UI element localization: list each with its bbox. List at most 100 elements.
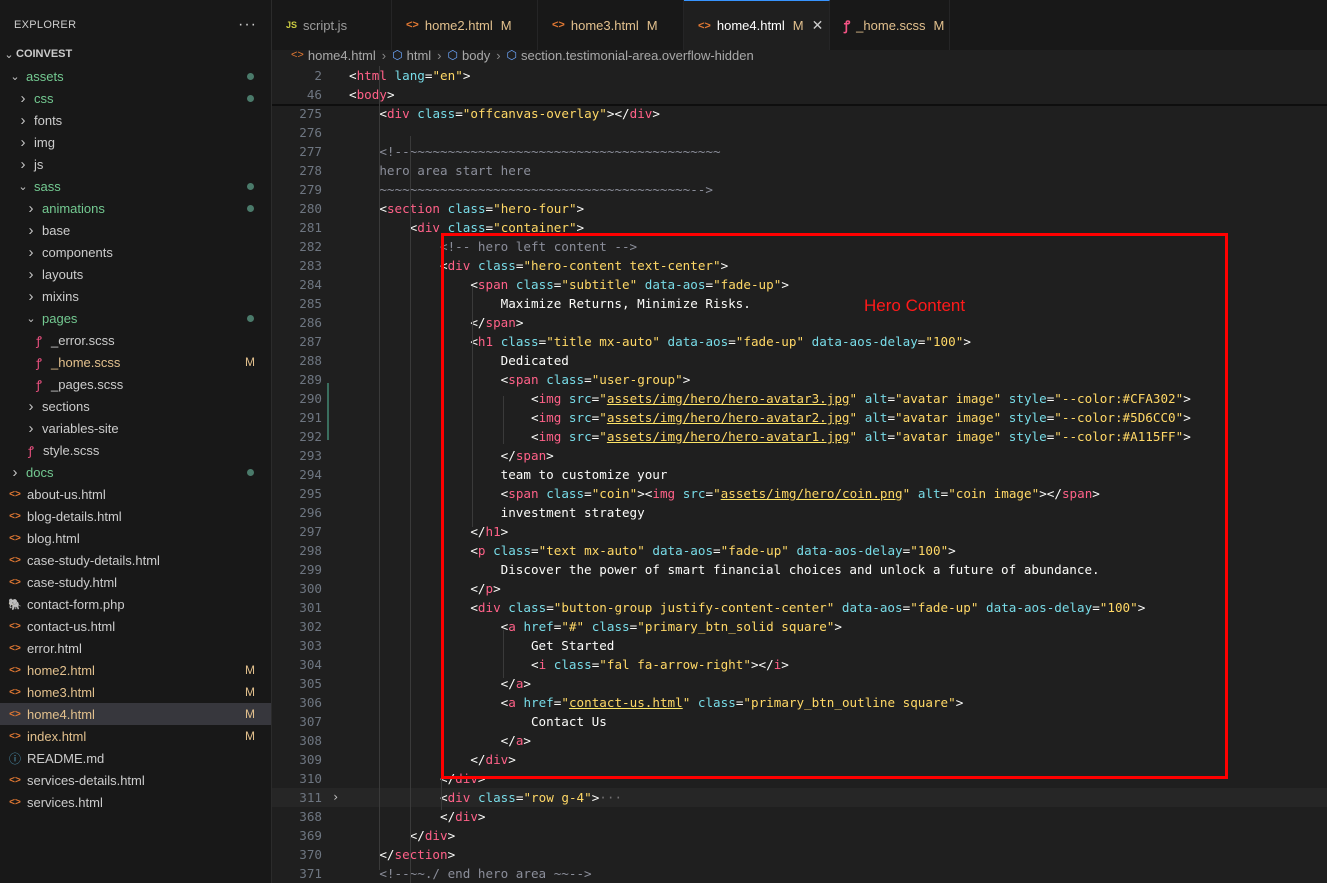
breadcrumb-item[interactable]: home4.html — [308, 48, 376, 63]
tree-item-css[interactable]: › css — [0, 87, 271, 109]
code-line[interactable]: 285 Maximize Returns, Minimize Risks. — [272, 294, 1327, 313]
code-line[interactable]: 369 </div> — [272, 826, 1327, 845]
tree-item-about-us-html[interactable]: <> about-us.html — [0, 483, 271, 505]
code-line[interactable]: 306 <a href="contact-us.html" class="pri… — [272, 693, 1327, 712]
tree-item-animations[interactable]: › animations — [0, 197, 271, 219]
tree-item-sass[interactable]: ⌄ sass — [0, 175, 271, 197]
code-line[interactable]: 283 <div class="hero-content text-center… — [272, 256, 1327, 275]
tree-item-label: README.md — [27, 750, 105, 766]
tree-item-docs[interactable]: › docs — [0, 461, 271, 483]
code-line[interactable]: 304 <i class="fal fa-arrow-right"></i> — [272, 655, 1327, 674]
tab-home-scss[interactable]: ꝭ _home.scss M — [830, 0, 950, 50]
code-line[interactable]: 368 </div> — [272, 807, 1327, 826]
code-line[interactable]: 286 </span> — [272, 313, 1327, 332]
tree-item-sections[interactable]: › sections — [0, 395, 271, 417]
code-line[interactable]: 298 <p class="text mx-auto" data-aos="fa… — [272, 541, 1327, 560]
sticky-scroll-line[interactable]: 46 <body> — [272, 85, 1327, 104]
tree-item-label: index.html — [27, 728, 87, 744]
tree-item-mixins[interactable]: › mixins — [0, 285, 271, 307]
fold-chevron-icon[interactable]: › — [332, 788, 339, 807]
code-line[interactable]: 301 <div class="button-group justify-con… — [272, 598, 1327, 617]
tree-item-blog-details-html[interactable]: <> blog-details.html — [0, 505, 271, 527]
tree-item-home4-html[interactable]: <> home4.html M — [0, 703, 271, 725]
tree-item-services-html[interactable]: <> services.html — [0, 791, 271, 813]
code-line[interactable]: 291 <img src="assets/img/hero/hero-avata… — [272, 408, 1327, 427]
code-line[interactable]: 296 investment strategy — [272, 503, 1327, 522]
tree-item-layouts[interactable]: › layouts — [0, 263, 271, 285]
tree-item-blog-html[interactable]: <> blog.html — [0, 527, 271, 549]
code-line[interactable]: 370 </section> — [272, 845, 1327, 864]
code-line[interactable]: 308 </a> — [272, 731, 1327, 750]
code-line[interactable]: 277 <!--~~~~~~~~~~~~~~~~~~~~~~~~~~~~~~~~… — [272, 142, 1327, 161]
tree-item-variables-site[interactable]: › variables-site — [0, 417, 271, 439]
close-icon[interactable]: ✕ — [812, 17, 824, 34]
tab-home4-html[interactable]: <> home4.html M ✕ — [684, 0, 830, 50]
tree-item-contact-us-html[interactable]: <> contact-us.html — [0, 615, 271, 637]
tree-item-components[interactable]: › components — [0, 241, 271, 263]
tree-item-label: home4.html — [27, 706, 95, 722]
code-line[interactable]: 300 </p> — [272, 579, 1327, 598]
code-line[interactable]: 303 Get Started — [272, 636, 1327, 655]
code-line[interactable]: 311 <div class="row g-4">··· › — [272, 788, 1327, 807]
tree-item-error-html[interactable]: <> error.html — [0, 637, 271, 659]
tab-home2-html[interactable]: <> home2.html M — [392, 0, 538, 50]
code-line[interactable]: 309 </div> — [272, 750, 1327, 769]
code-line[interactable]: 276 — [272, 123, 1327, 142]
code-editor[interactable]: 2 <html lang="en"> 46 <body> 275 <div class=… — [272, 66, 1327, 883]
more-actions-icon[interactable]: ··· — [238, 16, 257, 34]
code-line[interactable]: 295 <span class="coin"><img src="assets/… — [272, 484, 1327, 503]
code-line[interactable]: 310 </div> — [272, 769, 1327, 788]
element-icon: ⬡ — [392, 48, 403, 62]
sticky-scroll-shadow — [272, 104, 1327, 106]
tree-root-coinvest[interactable]: ⌄ COINVEST — [0, 43, 271, 65]
code-text: <div class="offcanvas-overlay"></div> — [379, 106, 660, 121]
code-line[interactable]: 289 <span class="user-group"> — [272, 370, 1327, 389]
tab-home3-html[interactable]: <> home3.html M — [538, 0, 684, 50]
code-line[interactable]: 299 Discover the power of smart financia… — [272, 560, 1327, 579]
breadcrumb-item[interactable]: section.testimonial-area.overflow-hidden — [521, 48, 754, 63]
code-line[interactable]: 294 team to customize your — [272, 465, 1327, 484]
tree-item-assets[interactable]: ⌄ assets — [0, 65, 271, 87]
code-line[interactable]: 287 <h1 class="title mx-auto" data-aos="… — [272, 332, 1327, 351]
code-line[interactable]: 297 </h1> — [272, 522, 1327, 541]
tree-item-fonts[interactable]: › fonts — [0, 109, 271, 131]
tree-item-case-study-details-html[interactable]: <> case-study-details.html — [0, 549, 271, 571]
tree-item-label: layouts — [42, 266, 84, 282]
tree-item-contact-form-php[interactable]: 🐘 contact-form.php — [0, 593, 271, 615]
code-line[interactable]: 307 Contact Us — [272, 712, 1327, 731]
tree-item-pages[interactable]: ⌄ pages — [0, 307, 271, 329]
tree-item-pages-scss[interactable]: ꝭ _pages.scss — [0, 373, 271, 395]
tree-item-home-scss[interactable]: ꝭ _home.scss M — [0, 351, 271, 373]
code-line[interactable]: 282 <!-- hero left content --> — [272, 237, 1327, 256]
code-line[interactable]: 278 hero area start here — [272, 161, 1327, 180]
tree-item-label: case-study-details.html — [27, 552, 160, 568]
code-line[interactable]: 292 <img src="assets/img/hero/hero-avata… — [272, 427, 1327, 446]
code-line[interactable]: 371 <!--~~./ end hero area ~~--> — [272, 864, 1327, 883]
code-line[interactable]: 275 <div class="offcanvas-overlay"></div… — [272, 104, 1327, 123]
tree-item-case-study-html[interactable]: <> case-study.html — [0, 571, 271, 593]
code-line[interactable]: 288 Dedicated — [272, 351, 1327, 370]
tree-item-error-scss[interactable]: ꝭ _error.scss — [0, 329, 271, 351]
code-line[interactable]: 279 ~~~~~~~~~~~~~~~~~~~~~~~~~~~~~~~~~~~~… — [272, 180, 1327, 199]
code-line[interactable]: 280 <section class="hero-four"> — [272, 199, 1327, 218]
code-line[interactable]: 302 <a href="#" class="primary_btn_solid… — [272, 617, 1327, 636]
tab-script-js[interactable]: JS script.js — [272, 0, 392, 50]
tree-item-index-html[interactable]: <> index.html M — [0, 725, 271, 747]
tree-item-home2-html[interactable]: <> home2.html M — [0, 659, 271, 681]
tree-item-base[interactable]: › base — [0, 219, 271, 241]
code-line[interactable]: 293 </span> — [272, 446, 1327, 465]
code-line[interactable]: 284 <span class="subtitle" data-aos="fad… — [272, 275, 1327, 294]
tree-item-home3-html[interactable]: <> home3.html M — [0, 681, 271, 703]
breadcrumb-item[interactable]: body — [462, 48, 490, 63]
tree-item-js[interactable]: › js — [0, 153, 271, 175]
code-line[interactable]: 290 <img src="assets/img/hero/hero-avata… — [272, 389, 1327, 408]
sticky-scroll-line[interactable]: 2 <html lang="en"> — [272, 66, 1327, 85]
tree-item-img[interactable]: › img — [0, 131, 271, 153]
tree-item-readme-md[interactable]: ⓘ README.md — [0, 747, 271, 769]
tree-item-services-details-html[interactable]: <> services-details.html — [0, 769, 271, 791]
tree-item-style-scss[interactable]: ꝭ style.scss — [0, 439, 271, 461]
code-line[interactable]: 305 </a> — [272, 674, 1327, 693]
breadcrumb-item[interactable]: html — [407, 48, 432, 63]
code-line[interactable]: 281 <div class="container"> — [272, 218, 1327, 237]
line-number: 307 — [299, 714, 322, 729]
